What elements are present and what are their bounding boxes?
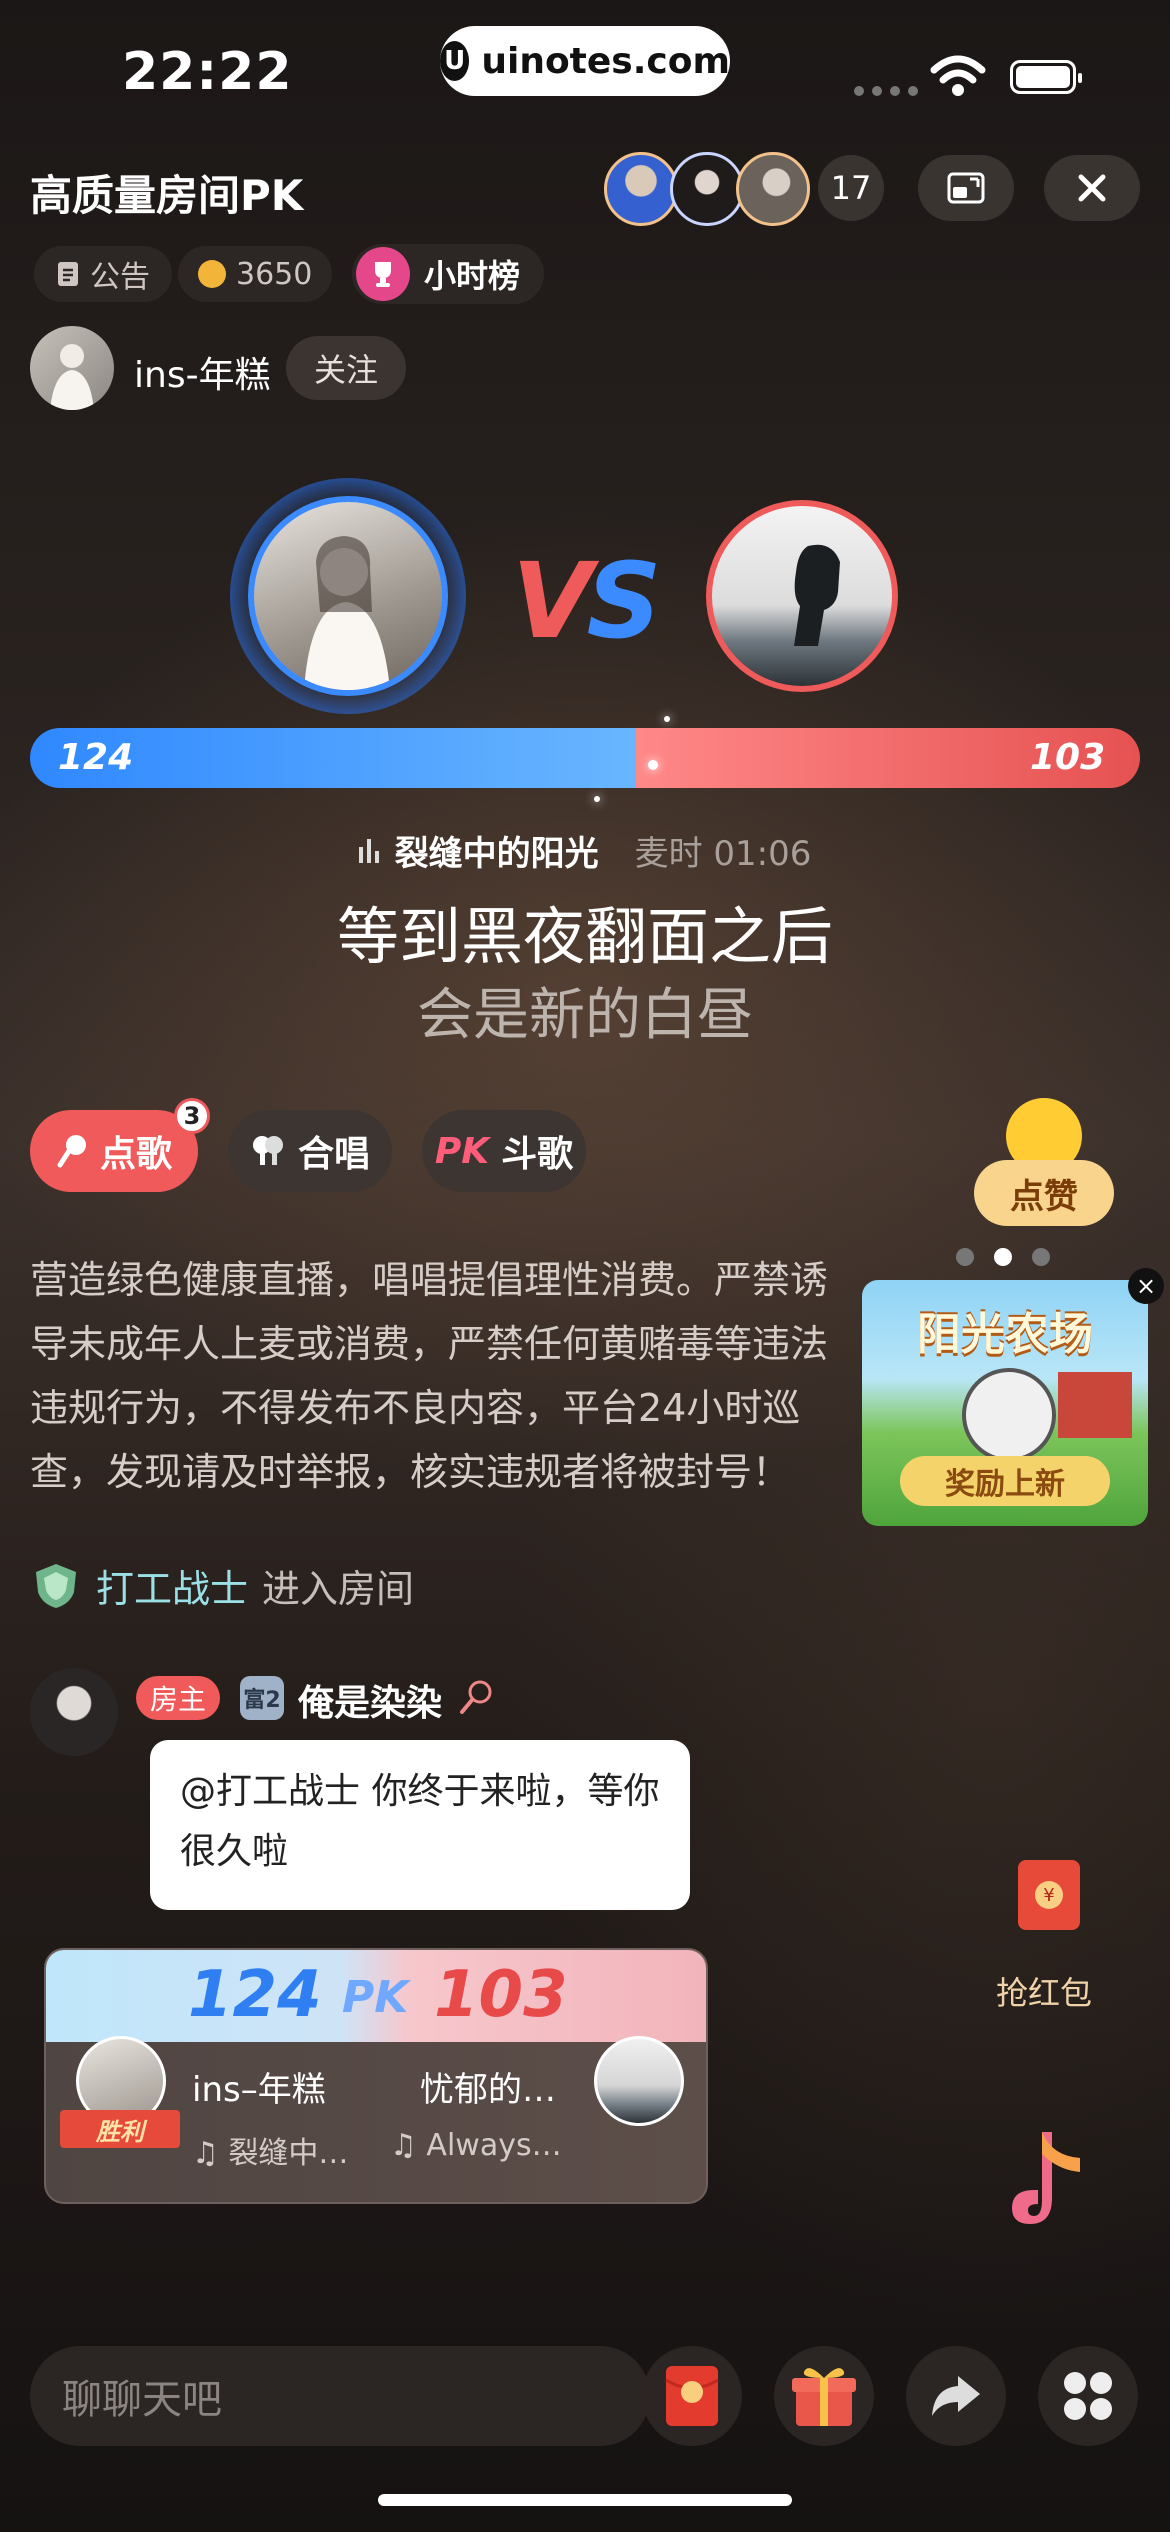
wifi-icon (930, 55, 986, 96)
url-text: uinotes.com (481, 40, 730, 82)
hourly-rank-button[interactable]: 小时榜 (352, 244, 545, 304)
viewer-avatars[interactable] (604, 152, 810, 226)
chat-input[interactable]: 聊聊天吧 (30, 2346, 650, 2446)
lyric-next: 会是新的白昼 (417, 983, 753, 1048)
pk-card-right-score: 103 (434, 1958, 568, 2032)
duet-mic-icon (252, 1136, 283, 1165)
signal-dots-icon (854, 86, 918, 96)
pk-card-right-song: ♫ Always… (390, 2128, 562, 2163)
coin-value: 3650 (236, 256, 313, 292)
red-packet-button[interactable] (642, 2346, 742, 2446)
host-tag: 房主 (136, 1676, 221, 1720)
enter-room-event: 打工战士 进入房间 (30, 1558, 414, 1613)
host-avatar[interactable] (30, 326, 114, 410)
sender-avatar[interactable] (30, 1668, 118, 1756)
trophy-icon (356, 247, 410, 301)
site-logo-icon: U (440, 41, 470, 81)
like-button[interactable]: 点赞 (964, 1090, 1124, 1230)
coin-button[interactable]: 3650 (178, 246, 333, 302)
room-title: 高质量房间PK (30, 171, 304, 220)
four-dots-icon (1064, 2372, 1112, 2420)
now-playing: 裂缝中的阳光 麦时 01:06 (0, 826, 1170, 875)
sparkle-icon (594, 796, 600, 802)
notice-icon (58, 262, 78, 286)
follow-button[interactable]: 关注 (286, 336, 407, 400)
chorus-label: 合唱 (297, 1134, 370, 1175)
avatar[interactable] (736, 152, 810, 226)
request-song-label: 点歌 (99, 1134, 172, 1175)
farm-title: 阳光农场 (917, 1309, 1093, 1360)
pk-result-card[interactable]: 124 PK 103 胜利 ins–年糕 忧郁的… ♫ 裂缝中… ♫ Alway… (44, 1948, 708, 2204)
microphone-icon (57, 1135, 86, 1168)
close-button[interactable] (1044, 155, 1140, 221)
chat-message-bubble: @打工战士 你终于来啦，等你很久啦 (150, 1740, 690, 1910)
sparkle-icon (648, 760, 658, 770)
promo-close-button[interactable]: × (1128, 1268, 1164, 1304)
status-time: 22:22 (122, 42, 293, 102)
pk-card-right-name: 忧郁的… (420, 2070, 556, 2110)
share-arrow-icon (932, 2376, 980, 2416)
pk-right-avatar[interactable] (706, 500, 898, 692)
sender-name[interactable]: 俺是染染 (298, 1674, 442, 1726)
song-battle-label: 斗歌 (501, 1134, 574, 1175)
like-label: 点赞 (974, 1160, 1114, 1226)
sparkle-icon (664, 716, 670, 722)
shield-badge-icon (36, 1563, 76, 1608)
equalizer-icon (358, 838, 379, 863)
viewer-count[interactable]: 17 (818, 155, 884, 221)
pk-right-score: 103 (1030, 737, 1106, 778)
rank-label: 小时榜 (424, 257, 521, 295)
red-packet-icon[interactable]: ¥ (1018, 1860, 1080, 1930)
vs-label: VS (512, 540, 661, 662)
close-icon (1078, 174, 1106, 202)
red-envelope-icon (665, 2366, 719, 2426)
share-button[interactable] (906, 2346, 1006, 2446)
url-pill: U uinotes.com (440, 26, 730, 96)
avatar[interactable] (604, 152, 678, 226)
request-song-button[interactable]: 点歌 (30, 1110, 198, 1192)
farm-reward-button[interactable]: 奖励上新 (900, 1456, 1110, 1506)
barn-icon (1058, 1372, 1132, 1438)
pk-icon: PK (434, 1130, 490, 1172)
notice-label: 公告 (90, 260, 150, 295)
farm-promo-banner[interactable]: 阳光农场 奖励上新 (862, 1280, 1148, 1526)
pk-card-left-song: ♫ 裂缝中… (192, 2136, 349, 2171)
pk-card-left-score: 124 (188, 1958, 322, 2032)
winner-tag: 胜利 (60, 2110, 180, 2148)
pk-card-left-name: ins–年糕 (192, 2070, 326, 2110)
lyric-current: 等到黑夜翻面之后 (336, 900, 833, 973)
pk-left-avatar[interactable] (230, 478, 466, 714)
rich-level-badge: 富2 (240, 1676, 284, 1720)
enter-action: 进入房间 (262, 1567, 415, 1611)
pk-progress-bar (30, 728, 1140, 788)
grab-red-packet-label[interactable]: 抢红包 (996, 1968, 1092, 2014)
minimize-button[interactable] (918, 155, 1014, 221)
song-battle-button[interactable]: PK 斗歌 (422, 1110, 586, 1192)
mic-badge-icon (460, 1680, 492, 1714)
dog-icon (962, 1368, 1056, 1462)
chorus-button[interactable]: 合唱 (228, 1110, 392, 1192)
carousel-dots[interactable] (956, 1248, 1050, 1266)
enter-user[interactable]: 打工战士 (96, 1558, 248, 1613)
gift-box-icon (792, 2368, 856, 2426)
host-name[interactable]: ins-年糕 (134, 346, 271, 398)
avatar[interactable] (670, 152, 744, 226)
notice-button[interactable]: 公告 (34, 246, 172, 302)
song-count-badge: 3 (174, 1098, 210, 1134)
music-note-icon[interactable] (1000, 2124, 1090, 2244)
minimize-icon (947, 172, 985, 204)
more-button[interactable] (1038, 2346, 1138, 2446)
room-rules-text: 营造绿色健康直播，唱唱提倡理性消费。严禁诱导未成年人上麦或消费，严禁任何黄赌毒等… (30, 1258, 829, 1494)
song-title: 裂缝中的阳光 (394, 834, 599, 874)
pk-left-score: 124 (58, 737, 134, 778)
mic-time: 麦时 01:06 (634, 834, 812, 874)
battery-icon (1010, 60, 1082, 94)
pk-card-right-avatar[interactable] (594, 2036, 684, 2126)
pk-card-pk-label: PK (342, 1972, 409, 2023)
gift-button[interactable] (774, 2346, 874, 2446)
home-indicator[interactable] (378, 2494, 792, 2506)
coin-icon (198, 260, 226, 288)
